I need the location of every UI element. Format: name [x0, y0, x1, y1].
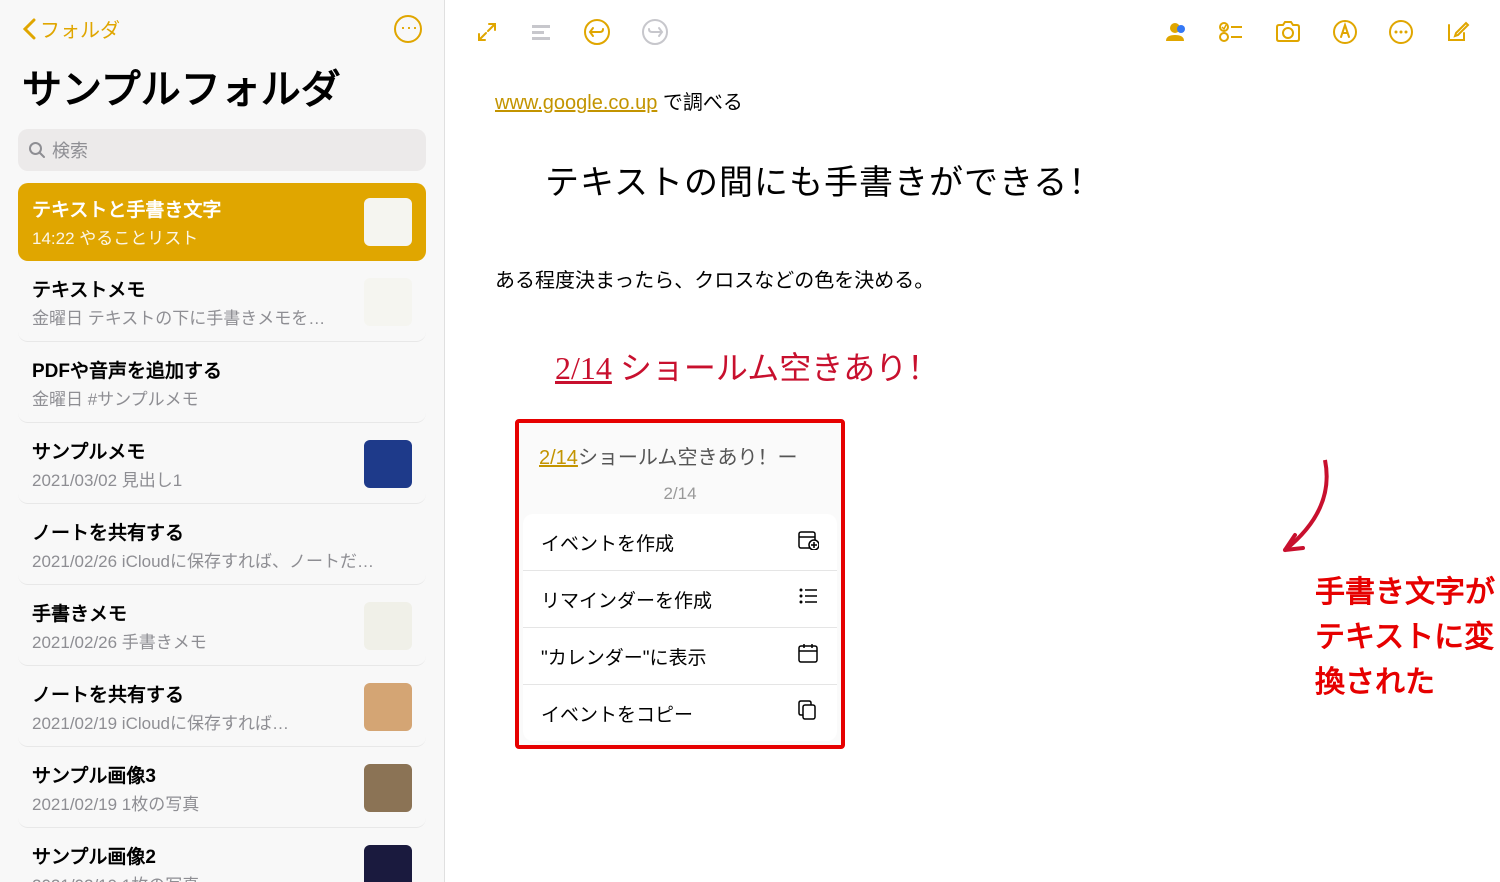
- note-list-item[interactable]: テキストと手書き文字14:22 やることリスト: [18, 183, 426, 261]
- item-subtitle: 2021/02/19 1枚の写真: [32, 871, 354, 882]
- note-list-item[interactable]: サンプルメモ2021/03/02 見出し1: [18, 425, 426, 504]
- more-icon[interactable]: [1388, 19, 1414, 45]
- item-thumbnail: [364, 602, 412, 650]
- item-thumbnail: [364, 440, 412, 488]
- folder-title: サンプルフォルダ: [0, 53, 444, 129]
- menu-label: イベントを作成: [541, 529, 674, 556]
- collaborate-icon[interactable]: [1162, 19, 1188, 45]
- search-icon: [28, 141, 46, 159]
- search-input[interactable]: 検索: [18, 129, 426, 171]
- item-subtitle: 金曜日 テキストの下に手書きメモを…: [32, 304, 354, 329]
- main-panel: www.google.co.up で調べる テキストの間にも手書きができる！ あ…: [445, 0, 1500, 882]
- sidebar-header: フォルダ ⋯: [0, 0, 444, 53]
- notes-list: テキストと手書き文字14:22 やることリストテキストメモ金曜日 テキストの下に…: [0, 183, 444, 882]
- recognition-popup: 2/14ショールム空きあり！ー 2/14 イベントを作成リマインダーを作成 "カレ…: [515, 419, 845, 749]
- item-title: サンプル画像2: [32, 842, 354, 869]
- back-label: フォルダ: [40, 14, 120, 43]
- item-title: テキストメモ: [32, 275, 354, 302]
- menu-item[interactable]: "カレンダー"に表示: [523, 628, 837, 685]
- menu-label: "カレンダー"に表示: [541, 643, 707, 670]
- context-menu: イベントを作成リマインダーを作成 "カレンダー"に表示イベントをコピー: [523, 514, 837, 741]
- popup-date-label: 2/14: [523, 478, 837, 514]
- note-link[interactable]: www.google.co.up: [495, 92, 657, 114]
- fullscreen-icon[interactable]: [475, 20, 499, 44]
- chevron-left-icon: [22, 18, 36, 40]
- note-list-item[interactable]: テキストメモ金曜日 テキストの下に手書きメモを…: [18, 263, 426, 342]
- item-title: ノートを共有する: [32, 680, 354, 707]
- item-title: サンプル画像3: [32, 761, 354, 788]
- menu-item[interactable]: リマインダーを作成: [523, 571, 837, 628]
- recognized-date[interactable]: 2/14: [539, 447, 578, 469]
- item-title: テキストと手書き文字: [32, 195, 354, 222]
- calendar-icon: [797, 642, 819, 670]
- item-thumbnail: [364, 764, 412, 812]
- item-thumbnail: [364, 278, 412, 326]
- item-subtitle: 2021/02/19 1枚の写真: [32, 790, 354, 815]
- item-thumbnail: [364, 845, 412, 882]
- item-title: PDFや音声を追加する: [32, 356, 412, 383]
- link-suffix: で調べる: [657, 92, 743, 114]
- note-list-item[interactable]: PDFや音声を追加する金曜日 #サンプルメモ: [18, 344, 426, 423]
- markup-icon[interactable]: [1332, 19, 1358, 45]
- camera-icon[interactable]: [1274, 19, 1302, 45]
- item-subtitle: 2021/03/02 見出し1: [32, 466, 354, 491]
- search-placeholder: 検索: [52, 137, 88, 163]
- calendar-add-icon: [797, 528, 819, 556]
- undo-button[interactable]: [583, 18, 611, 46]
- note-list-item[interactable]: サンプル画像32021/02/19 1枚の写真: [18, 749, 426, 828]
- checklist-icon[interactable]: [1218, 19, 1244, 45]
- menu-label: イベントをコピー: [541, 700, 693, 727]
- link-line: www.google.co.up で調べる: [495, 86, 1450, 115]
- handwriting-2: 2/14 ショールム空きあり！: [555, 343, 1450, 389]
- item-thumbnail: [364, 198, 412, 246]
- item-thumbnail: [364, 683, 412, 731]
- item-title: ノートを共有する: [32, 518, 412, 545]
- handwriting-1: テキストの間にも手書きができる！: [545, 155, 1450, 204]
- more-options-button[interactable]: ⋯: [394, 15, 422, 43]
- handwriting-text: ショールム空きあり！: [612, 350, 939, 386]
- item-subtitle: 2021/02/26 手書きメモ: [32, 628, 354, 653]
- item-title: サンプルメモ: [32, 437, 354, 464]
- note-list-item[interactable]: ノートを共有する2021/02/19 iCloudに保存すれば…: [18, 668, 426, 747]
- menu-item[interactable]: イベントをコピー: [523, 685, 837, 741]
- item-subtitle: 2021/02/19 iCloudに保存すれば…: [32, 709, 354, 734]
- ellipsis-icon: ⋯: [400, 18, 416, 39]
- body-text-1: ある程度決まったら、クロスなどの色を決める。: [495, 264, 1450, 293]
- annotation-text: 手書き文字が テキストに変換された: [1315, 570, 1500, 705]
- item-subtitle: 金曜日 #サンプルメモ: [32, 385, 412, 410]
- compose-icon[interactable]: [1444, 19, 1470, 45]
- item-subtitle: 2021/02/26 iCloudに保存すれば、ノートだ…: [32, 547, 412, 572]
- copy-icon: [797, 699, 819, 727]
- sidebar: フォルダ ⋯ サンプルフォルダ 検索 テキストと手書き文字14:22 やることリ…: [0, 0, 445, 882]
- redo-button: [641, 18, 669, 46]
- recognized-text: 2/14ショールム空きあり！ー: [523, 427, 837, 478]
- toolbar: [445, 0, 1500, 56]
- annotation-line2: テキストに変換された: [1315, 615, 1500, 705]
- note-list-item[interactable]: ノートを共有する2021/02/26 iCloudに保存すれば、ノートだ…: [18, 506, 426, 585]
- handwriting-date: 2/14: [555, 350, 612, 386]
- annotation-arrow-icon: [1265, 450, 1345, 570]
- note-list-item[interactable]: 手書きメモ2021/02/26 手書きメモ: [18, 587, 426, 666]
- item-title: 手書きメモ: [32, 599, 354, 626]
- list-icon: [797, 585, 819, 613]
- menu-item[interactable]: イベントを作成: [523, 514, 837, 571]
- menu-label: リマインダーを作成: [541, 586, 712, 613]
- note-list-item[interactable]: サンプル画像2 2021/02/19 1枚の写真: [18, 830, 426, 882]
- format-icon: [529, 20, 553, 44]
- back-button[interactable]: フォルダ: [22, 14, 120, 43]
- annotation-line1: 手書き文字が: [1315, 570, 1500, 615]
- item-subtitle: 14:22 やることリスト: [32, 224, 354, 249]
